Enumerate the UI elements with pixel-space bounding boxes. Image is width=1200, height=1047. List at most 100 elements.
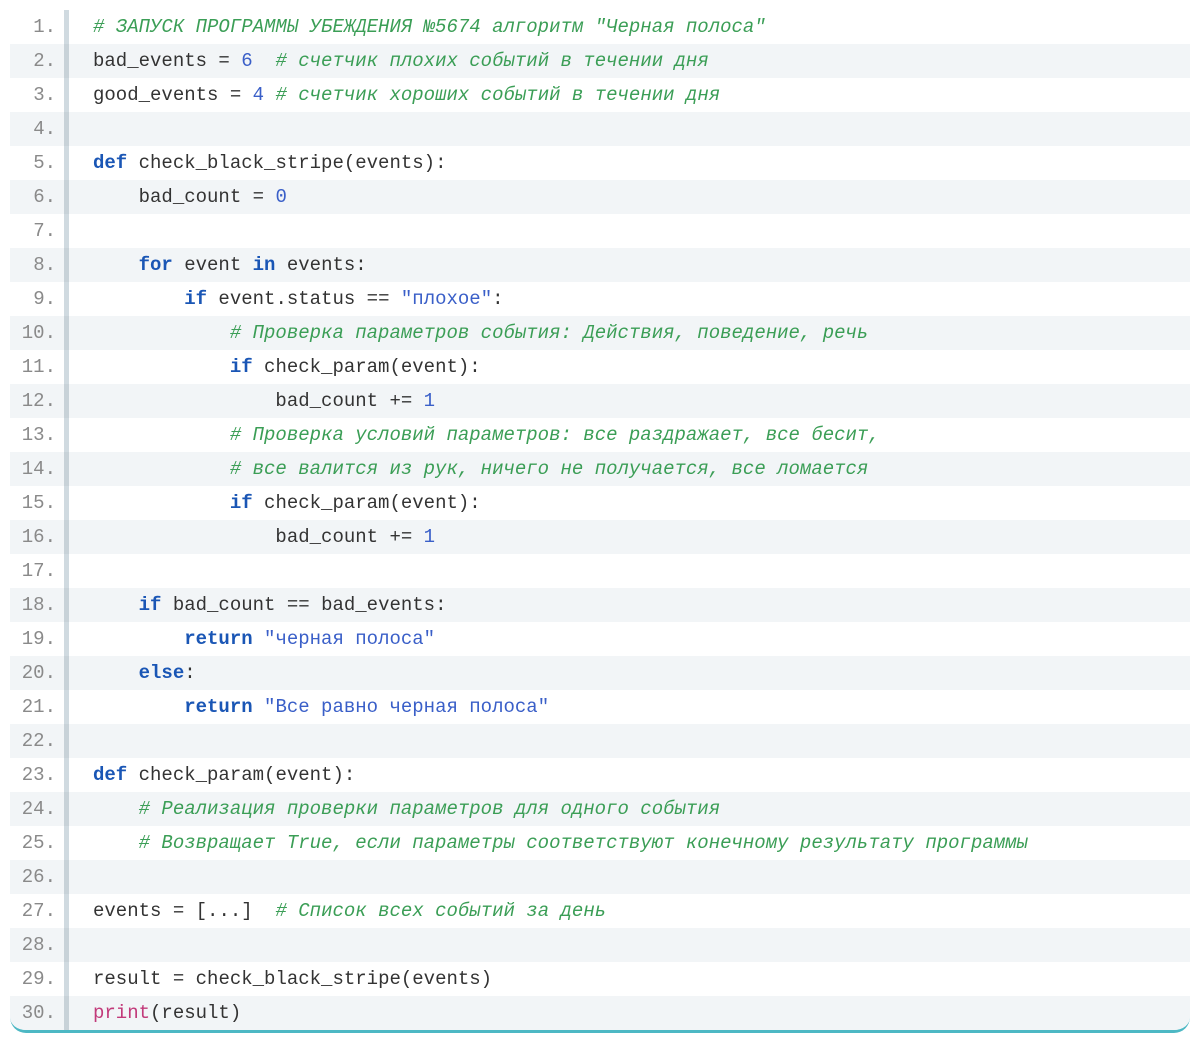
gutter — [64, 860, 69, 894]
code-content[interactable]: good_events = 4 # счетчик хороших событи… — [93, 78, 1190, 112]
code-content[interactable]: # Возвращает True, если параметры соотве… — [93, 826, 1190, 860]
code-content[interactable]: for event in events: — [93, 248, 1190, 282]
line-number: 19. — [10, 622, 64, 656]
code-token: += — [389, 390, 423, 412]
gutter — [64, 962, 69, 996]
code-content[interactable]: bad_count += 1 — [93, 384, 1190, 418]
code-line[interactable]: 10. # Проверка параметров события: Дейст… — [10, 316, 1190, 350]
code-content[interactable]: # Проверка условий параметров: все раздр… — [93, 418, 1190, 452]
code-content[interactable]: def check_param(event): — [93, 758, 1190, 792]
code-content[interactable]: def check_black_stripe(events): — [93, 146, 1190, 180]
code-token — [93, 832, 139, 854]
code-token: # Список всех событий за день — [275, 900, 606, 922]
code-line[interactable]: 29.result = check_black_stripe(events) — [10, 962, 1190, 996]
code-token: 6 — [241, 50, 252, 72]
gutter — [64, 486, 69, 520]
code-line[interactable]: 7. — [10, 214, 1190, 248]
code-line[interactable]: 28. — [10, 928, 1190, 962]
code-token: : — [492, 288, 503, 310]
code-content[interactable]: if check_param(event): — [93, 486, 1190, 520]
code-line[interactable]: 23. def check_param(event): — [10, 758, 1190, 792]
gutter — [64, 894, 69, 928]
code-token: # счетчик плохих событий в течении дня — [275, 50, 708, 72]
code-content[interactable]: # Реализация проверки параметров для одн… — [93, 792, 1190, 826]
code-line[interactable]: 5.def check_black_stripe(events): — [10, 146, 1190, 180]
gutter — [64, 452, 69, 486]
code-content[interactable]: # все валится из рук, ничего не получает… — [93, 452, 1190, 486]
gutter — [64, 928, 69, 962]
code-token: += — [389, 526, 423, 548]
code-line[interactable]: 24. # Реализация проверки параметров для… — [10, 792, 1190, 826]
line-number: 1. — [10, 10, 64, 44]
code-token: [...] — [196, 900, 276, 922]
code-line[interactable]: 15. if check_param(event): — [10, 486, 1190, 520]
code-line[interactable]: 21. return "Все равно черная полоса" — [10, 690, 1190, 724]
code-token: == — [367, 288, 401, 310]
code-line[interactable]: 11. if check_param(event): — [10, 350, 1190, 384]
gutter — [64, 622, 69, 656]
gutter — [64, 214, 69, 248]
gutter — [64, 10, 69, 44]
code-line[interactable]: 2.bad_events = 6 # счетчик плохих событи… — [10, 44, 1190, 78]
code-token: return — [184, 696, 252, 718]
line-number: 17. — [10, 554, 64, 588]
code-line[interactable]: 18. if bad_count == bad_events: — [10, 588, 1190, 622]
code-content[interactable]: if bad_count == bad_events: — [93, 588, 1190, 622]
code-line[interactable]: 16. bad_count += 1 — [10, 520, 1190, 554]
code-line[interactable]: 26. — [10, 860, 1190, 894]
line-number: 24. — [10, 792, 64, 826]
code-line[interactable]: 6. bad_count = 0 — [10, 180, 1190, 214]
code-token: 1 — [424, 526, 435, 548]
code-token: check_black_stripe(events) — [196, 968, 492, 990]
code-line[interactable]: 9. if event.status == "плохое": — [10, 282, 1190, 316]
code-content[interactable]: if check_param(event): — [93, 350, 1190, 384]
gutter — [64, 78, 69, 112]
gutter — [64, 180, 69, 214]
code-line[interactable]: 22. — [10, 724, 1190, 758]
code-content[interactable]: if event.status == "плохое": — [93, 282, 1190, 316]
code-token: events: — [275, 254, 366, 276]
code-line[interactable]: 13. # Проверка условий параметров: все р… — [10, 418, 1190, 452]
code-line[interactable]: 27.events = [...] # Список всех событий … — [10, 894, 1190, 928]
code-editor[interactable]: 1. # ЗАПУСК ПРОГРАММЫ УБЕЖДЕНИЯ №5674 алг… — [10, 10, 1190, 1033]
code-line[interactable]: 1. # ЗАПУСК ПРОГРАММЫ УБЕЖДЕНИЯ №5674 алг… — [10, 10, 1190, 44]
code-token: result — [93, 968, 173, 990]
code-token: = — [218, 50, 241, 72]
code-line[interactable]: 30. print(result) — [10, 996, 1190, 1030]
code-content[interactable]: # ЗАПУСК ПРОГРАММЫ УБЕЖДЕНИЯ №5674 алгор… — [93, 10, 1190, 44]
code-line[interactable]: 19. return "черная полоса" — [10, 622, 1190, 656]
line-number: 23. — [10, 758, 64, 792]
code-content[interactable]: print(result) — [93, 996, 1190, 1030]
code-line[interactable]: 20. else: — [10, 656, 1190, 690]
line-number: 28. — [10, 928, 64, 962]
code-content[interactable]: bad_count += 1 — [93, 520, 1190, 554]
code-content[interactable]: # Проверка параметров события: Действия,… — [93, 316, 1190, 350]
code-line[interactable]: 25. # Возвращает True, если параметры со… — [10, 826, 1190, 860]
gutter — [64, 758, 69, 792]
code-line[interactable]: 14. # все валится из рук, ничего не полу… — [10, 452, 1190, 486]
code-content[interactable]: events = [...] # Список всех событий за … — [93, 894, 1190, 928]
gutter — [64, 996, 69, 1030]
gutter — [64, 112, 69, 146]
code-content[interactable]: else: — [93, 656, 1190, 690]
code-content[interactable]: return "черная полоса" — [93, 622, 1190, 656]
code-line[interactable]: 8. for event in events: — [10, 248, 1190, 282]
line-number: 16. — [10, 520, 64, 554]
code-line[interactable]: 17. — [10, 554, 1190, 588]
code-token: bad_count — [93, 186, 253, 208]
code-content[interactable]: bad_count = 0 — [93, 180, 1190, 214]
code-line[interactable]: 3.good_events = 4 # счетчик хороших собы… — [10, 78, 1190, 112]
code-token — [93, 356, 230, 378]
code-line[interactable]: 4. — [10, 112, 1190, 146]
line-number: 15. — [10, 486, 64, 520]
code-token: : — [184, 662, 195, 684]
gutter — [64, 248, 69, 282]
line-number: 4. — [10, 112, 64, 146]
code-token — [264, 84, 275, 106]
code-content[interactable]: bad_events = 6 # счетчик плохих событий … — [93, 44, 1190, 78]
code-content[interactable]: result = check_black_stripe(events) — [93, 962, 1190, 996]
line-number: 30. — [10, 996, 64, 1030]
code-line[interactable]: 12. bad_count += 1 — [10, 384, 1190, 418]
code-token: bad_events — [93, 50, 218, 72]
code-content[interactable]: return "Все равно черная полоса" — [93, 690, 1190, 724]
